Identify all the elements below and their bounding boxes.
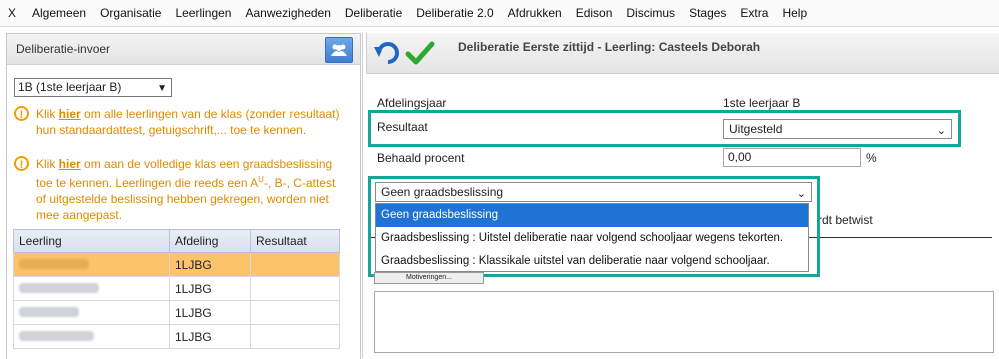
- graad-select[interactable]: Geen graadsbeslissing ⌄: [375, 182, 812, 202]
- menu-discimus[interactable]: Discimus: [619, 0, 682, 26]
- table-row[interactable]: 1LJBG: [13, 300, 340, 325]
- resultaat-select[interactable]: Uitgesteld ⌄: [723, 119, 952, 139]
- cell-afdeling: 1LJBG: [169, 252, 251, 277]
- procent-unit: %: [866, 151, 877, 165]
- menu-extra[interactable]: Extra: [733, 0, 775, 26]
- table-row[interactable]: 1LJBG: [13, 324, 340, 349]
- col-resultaat[interactable]: Resultaat: [250, 229, 340, 253]
- cell-leerling: [13, 300, 170, 325]
- menubar: X Algemeen Organisatie Leerlingen Aanwez…: [0, 0, 999, 27]
- menu-stages[interactable]: Stages: [682, 0, 733, 26]
- graad-option[interactable]: Geen graadsbeslissing: [376, 204, 808, 227]
- warning-icon: !: [14, 106, 29, 121]
- cell-resultaat: [250, 252, 340, 277]
- cell-leerling: [13, 324, 170, 349]
- cell-resultaat: [250, 324, 340, 349]
- right-panel-header: Deliberatie Eerste zittijd - Leerling: C…: [366, 33, 999, 74]
- afdelingsjaar-label: Afdelingsjaar: [377, 96, 447, 110]
- chevron-down-icon: ▼: [157, 83, 167, 94]
- menu-afdrukken[interactable]: Afdrukken: [501, 0, 569, 26]
- menu-algemeen[interactable]: Algemeen: [25, 0, 93, 26]
- resultaat-label: Resultaat: [377, 120, 428, 134]
- warning-icon: !: [14, 156, 29, 171]
- page-title: Deliberatie Eerste zittijd - Leerling: C…: [458, 40, 761, 54]
- graad-option[interactable]: Graadsbeslissing : Uitstel deliberatie n…: [376, 227, 808, 250]
- menu-edison[interactable]: Edison: [569, 0, 620, 26]
- resultaat-select-value: Uitgesteld: [729, 122, 783, 136]
- table-row[interactable]: 1LJBG: [13, 252, 340, 277]
- menu-deliberatie[interactable]: Deliberatie: [338, 0, 409, 26]
- panel-divider[interactable]: [362, 33, 363, 358]
- cell-leerling: [13, 276, 170, 301]
- menu-leerlingen[interactable]: Leerlingen: [168, 0, 238, 26]
- menu-deliberatie-2[interactable]: Deliberatie 2.0: [409, 0, 500, 26]
- cell-leerling: [13, 252, 170, 277]
- table-header-row: Leerling Afdeling Resultaat: [13, 229, 340, 253]
- left-panel-header: Deliberatie-invoer: [7, 34, 360, 65]
- note-graadsbeslissing: ! Klik hier om aan de volledige klas een…: [14, 156, 344, 223]
- partial-text: rdt betwist: [818, 213, 873, 227]
- menu-close[interactable]: X: [0, 0, 25, 26]
- cell-resultaat: [250, 300, 340, 325]
- cell-resultaat: [250, 276, 340, 301]
- note-standaardattest: ! Klik hier om alle leerlingen van de kl…: [14, 106, 344, 138]
- afdelingsjaar-value: 1ste leerjaar B: [723, 96, 801, 110]
- menu-organisatie[interactable]: Organisatie: [93, 0, 168, 26]
- table-row[interactable]: 1LJBG: [13, 276, 340, 301]
- left-panel-title: Deliberatie-invoer: [16, 42, 111, 56]
- graad-select-value: Geen graadsbeslissing: [381, 185, 504, 199]
- motivering-textarea[interactable]: [374, 291, 994, 353]
- group-icon: [331, 44, 347, 56]
- chevron-down-icon: ⌄: [796, 188, 806, 200]
- motiveringen-button[interactable]: Motiveringen...: [374, 272, 484, 284]
- checkmark-icon[interactable]: [405, 39, 435, 67]
- graad-option[interactable]: Graadsbeslissing : Klassikale uitstel va…: [376, 250, 808, 273]
- chevron-down-icon: ⌄: [936, 125, 946, 137]
- menu-aanwezigheden[interactable]: Aanwezigheden: [238, 0, 337, 26]
- cell-afdeling: 1LJBG: [169, 300, 251, 325]
- procent-input[interactable]: 0,00: [723, 148, 861, 167]
- graad-dropdown-list: Geen graadsbeslissing Graadsbeslissing :…: [375, 203, 809, 272]
- cell-afdeling: 1LJBG: [169, 276, 251, 301]
- group-button[interactable]: [325, 37, 353, 63]
- student-table: Leerling Afdeling Resultaat 1LJBG 1LJBG …: [13, 229, 340, 349]
- cell-afdeling: 1LJBG: [169, 324, 251, 349]
- class-select-value: 1B (1ste leerjaar B): [18, 80, 122, 94]
- undo-icon[interactable]: [373, 39, 403, 67]
- col-afdeling[interactable]: Afdeling: [169, 229, 251, 253]
- link-hier-graad[interactable]: hier: [59, 157, 81, 171]
- menu-help[interactable]: Help: [775, 0, 814, 26]
- procent-label: Behaald procent: [377, 151, 465, 165]
- link-hier-attest[interactable]: hier: [59, 107, 81, 121]
- class-select[interactable]: 1B (1ste leerjaar B) ▼: [14, 78, 172, 97]
- col-leerling[interactable]: Leerling: [13, 229, 170, 253]
